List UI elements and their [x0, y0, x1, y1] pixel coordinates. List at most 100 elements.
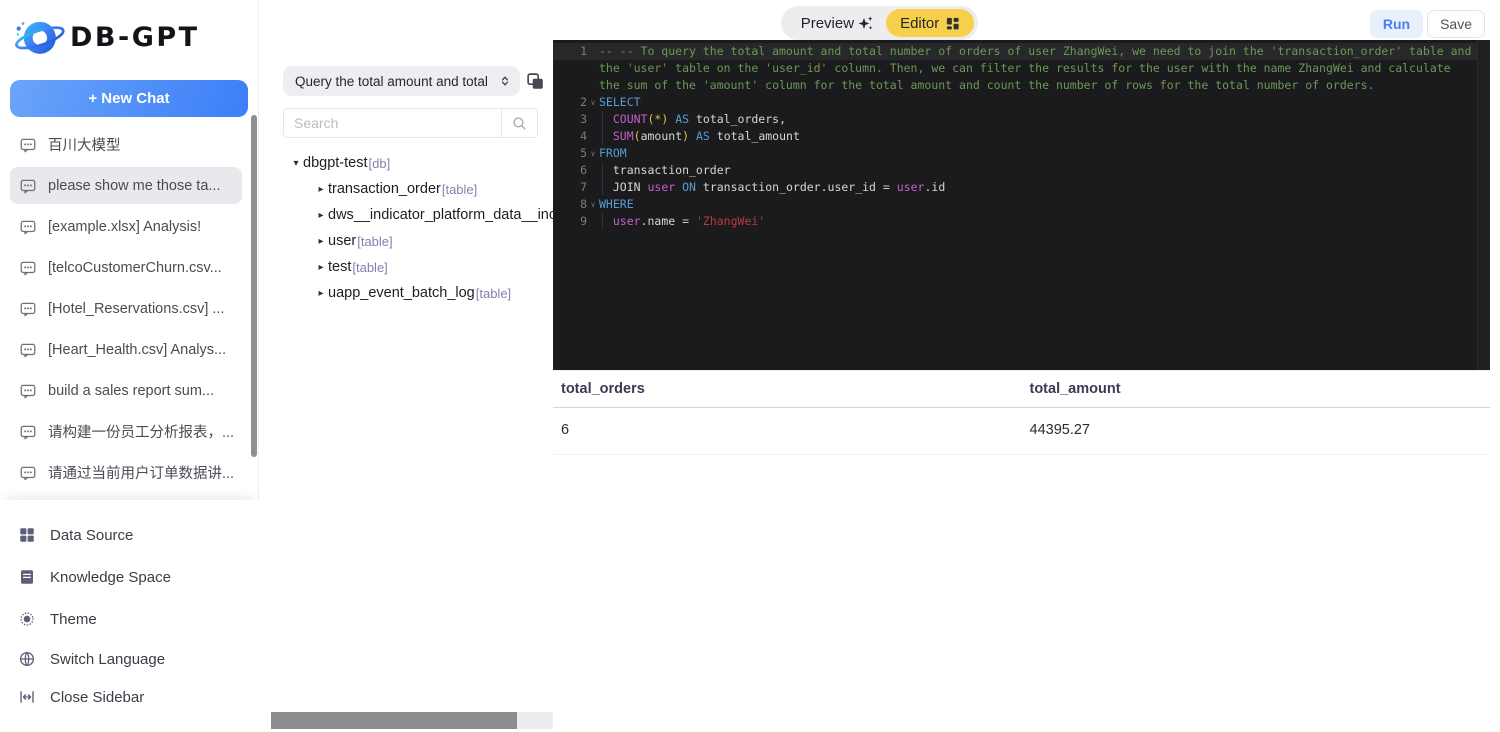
round-select-value: Query the total amount and total	[295, 73, 488, 89]
select-chevrons-icon	[498, 74, 512, 88]
preview-tab-label: Preview	[800, 14, 855, 32]
round-select[interactable]: Query the total amount and total	[283, 66, 520, 96]
tree-node-table[interactable]: ▸ test [table]	[259, 254, 553, 280]
fold-gutter	[587, 77, 599, 94]
code-text: user.name = 'ZhangWei'	[612, 214, 766, 228]
run-button[interactable]: Run	[1369, 10, 1424, 38]
result-column-header: total_amount	[1021, 370, 1490, 408]
fold-chevron-icon[interactable]: ∨	[587, 145, 599, 162]
code-line: the 'user' table on the 'user_id' column…	[553, 60, 1490, 77]
caret-right-icon[interactable]: ▸	[314, 236, 328, 247]
fold-chevron-icon[interactable]: ∨	[587, 94, 599, 111]
code-text: JOIN user ON transaction_order.user_id =…	[599, 180, 946, 194]
chat-item-label: build a sales report sum...	[48, 382, 215, 399]
chat-item-label: [Heart_Health.csv] Analys...	[48, 341, 227, 358]
chat-history-item[interactable]: please show me those ta...	[10, 167, 242, 204]
chat-item-label: [telcoCustomerChurn.csv...	[48, 259, 222, 276]
sidebar-bottom-menu: Data Source Knowledge Space Theme Switch La…	[0, 500, 259, 732]
language-icon	[18, 650, 36, 668]
tree-node-db[interactable]: ▾ dbgpt-test [db]	[259, 150, 553, 176]
sidebar-item-knowledge-space[interactable]: Knowledge Space	[0, 556, 259, 598]
line-number: 5	[580, 146, 587, 160]
tree-node-table[interactable]: ▸ user [table]	[259, 228, 553, 254]
chat-item-label: 百川大模型	[48, 138, 121, 154]
table-node-label: dws__indicator_platform_data__incr	[328, 207, 553, 223]
line-number: 9	[580, 214, 587, 228]
fold-gutter	[587, 111, 599, 128]
table-node-label: uapp_event_batch_log	[328, 285, 475, 301]
menu-item-label: Knowledge Space	[50, 568, 171, 586]
sidebar-item-switch-language[interactable]: Switch Language	[0, 640, 259, 678]
tree-node-table[interactable]: ▸ uapp_event_batch_log [table]	[259, 280, 553, 306]
fold-gutter	[587, 213, 599, 230]
code-line: 2 ∨ SELECT	[553, 94, 1490, 111]
sidebar-item-data-source[interactable]: Data Source	[0, 514, 259, 556]
fold-chevron-icon[interactable]: ∨	[587, 196, 599, 213]
code-line: 5 ∨ FROM	[553, 145, 1490, 162]
line-number: 1	[580, 44, 587, 58]
menu-item-label: Close Sidebar	[50, 688, 145, 706]
tree-node-table[interactable]: ▸ transaction_order [table]	[259, 176, 553, 202]
caret-right-icon[interactable]: ▸	[314, 210, 328, 221]
sql-code-editor[interactable]: 1 -- -- To query the total amount and tot…	[553, 40, 1490, 370]
chat-history-item[interactable]: build a sales report sum...	[10, 372, 242, 409]
sidebar-item-theme[interactable]: Theme	[0, 598, 259, 640]
caret-right-icon[interactable]: ▸	[314, 184, 328, 195]
chat-item-label: 请通过当前用户订单数据讲...	[48, 466, 233, 480]
explorer-horizontal-scrollbar-thumb[interactable]	[271, 712, 517, 729]
menu-item-label: Switch Language	[50, 650, 166, 668]
chat-bubble-icon	[19, 300, 37, 318]
tab-preview[interactable]: Preview	[787, 15, 886, 32]
query-results-table: total_orders total_amount 6 44395.27	[553, 370, 1490, 455]
close-sidebar-icon	[18, 688, 36, 706]
chat-history-item[interactable]: 请构建一份员工分析报表，...	[10, 413, 242, 450]
sidebar-item-close-sidebar[interactable]: Close Sidebar	[0, 678, 259, 716]
search-icon[interactable]	[501, 109, 537, 137]
code-line: 7 JOIN user ON transaction_order.user_id…	[553, 179, 1490, 196]
table-node-label: transaction_order	[328, 181, 441, 197]
copy-sql-button[interactable]	[524, 70, 546, 92]
tab-editor[interactable]: Editor	[886, 9, 975, 37]
table-node-tag: [table]	[357, 233, 393, 249]
chat-item-label: 请构建一份员工分析报表，...	[48, 425, 233, 441]
chat-history-item[interactable]: 请通过当前用户订单数据讲...	[10, 454, 242, 480]
code-line: 8 ∨ WHERE	[553, 196, 1490, 213]
table-search-input[interactable]	[284, 109, 501, 137]
chat-history-item[interactable]: 百川大模型	[10, 126, 242, 163]
chat-history-item[interactable]: [Heart_Health.csv] Analys...	[10, 331, 242, 368]
code-text: -- -- To query the total amount and tota…	[599, 44, 1472, 58]
table-node-tag: [table]	[441, 181, 478, 197]
chat-history-item[interactable]: [Hotel_Reservations.csv] ...	[10, 290, 242, 327]
chat-bubble-icon	[19, 341, 37, 359]
line-number: 2	[580, 95, 587, 109]
caret-right-icon[interactable]: ▸	[314, 262, 328, 273]
chat-bubble-icon	[19, 177, 37, 195]
editor-minimap[interactable]	[1477, 40, 1490, 370]
chat-history-item[interactable]: [example.xlsx] Analysis!	[10, 208, 242, 245]
sidebar: DB-GPT + New Chat 百川大模型 please show me th…	[0, 0, 259, 732]
menu-item-label: Data Source	[50, 526, 134, 544]
explorer-horizontal-scrollbar-track[interactable]	[271, 712, 553, 729]
chat-history-item[interactable]: [telcoCustomerChurn.csv...	[10, 249, 242, 286]
tree-node-table[interactable]: ▸ dws__indicator_platform_data__incr	[259, 202, 553, 228]
fold-gutter	[587, 43, 599, 60]
code-text: COUNT(*) AS total_orders,	[612, 112, 786, 126]
fold-gutter	[587, 60, 599, 77]
sidebar-vertical-scrollbar[interactable]	[251, 115, 257, 457]
table-node-tag: [table]	[475, 285, 512, 301]
line-number: 6	[580, 163, 587, 177]
caret-down-icon[interactable]: ▾	[289, 158, 303, 169]
code-line: 9 user.name = 'ZhangWei'	[553, 213, 1490, 230]
view-mode-switch: Preview Editor	[780, 6, 979, 40]
theme-icon	[18, 610, 36, 628]
brand-name: DB-GPT	[70, 21, 200, 53]
result-cell: 44395.27	[1021, 407, 1490, 455]
table-node-label: test	[328, 259, 352, 275]
table-search-box	[283, 108, 538, 138]
chat-bubble-icon	[19, 464, 37, 481]
caret-right-icon[interactable]: ▸	[314, 288, 328, 299]
chat-bubble-icon	[19, 136, 37, 154]
new-chat-button[interactable]: + New Chat	[10, 80, 248, 117]
chat-bubble-icon	[19, 382, 37, 400]
save-button[interactable]: Save	[1427, 10, 1485, 38]
